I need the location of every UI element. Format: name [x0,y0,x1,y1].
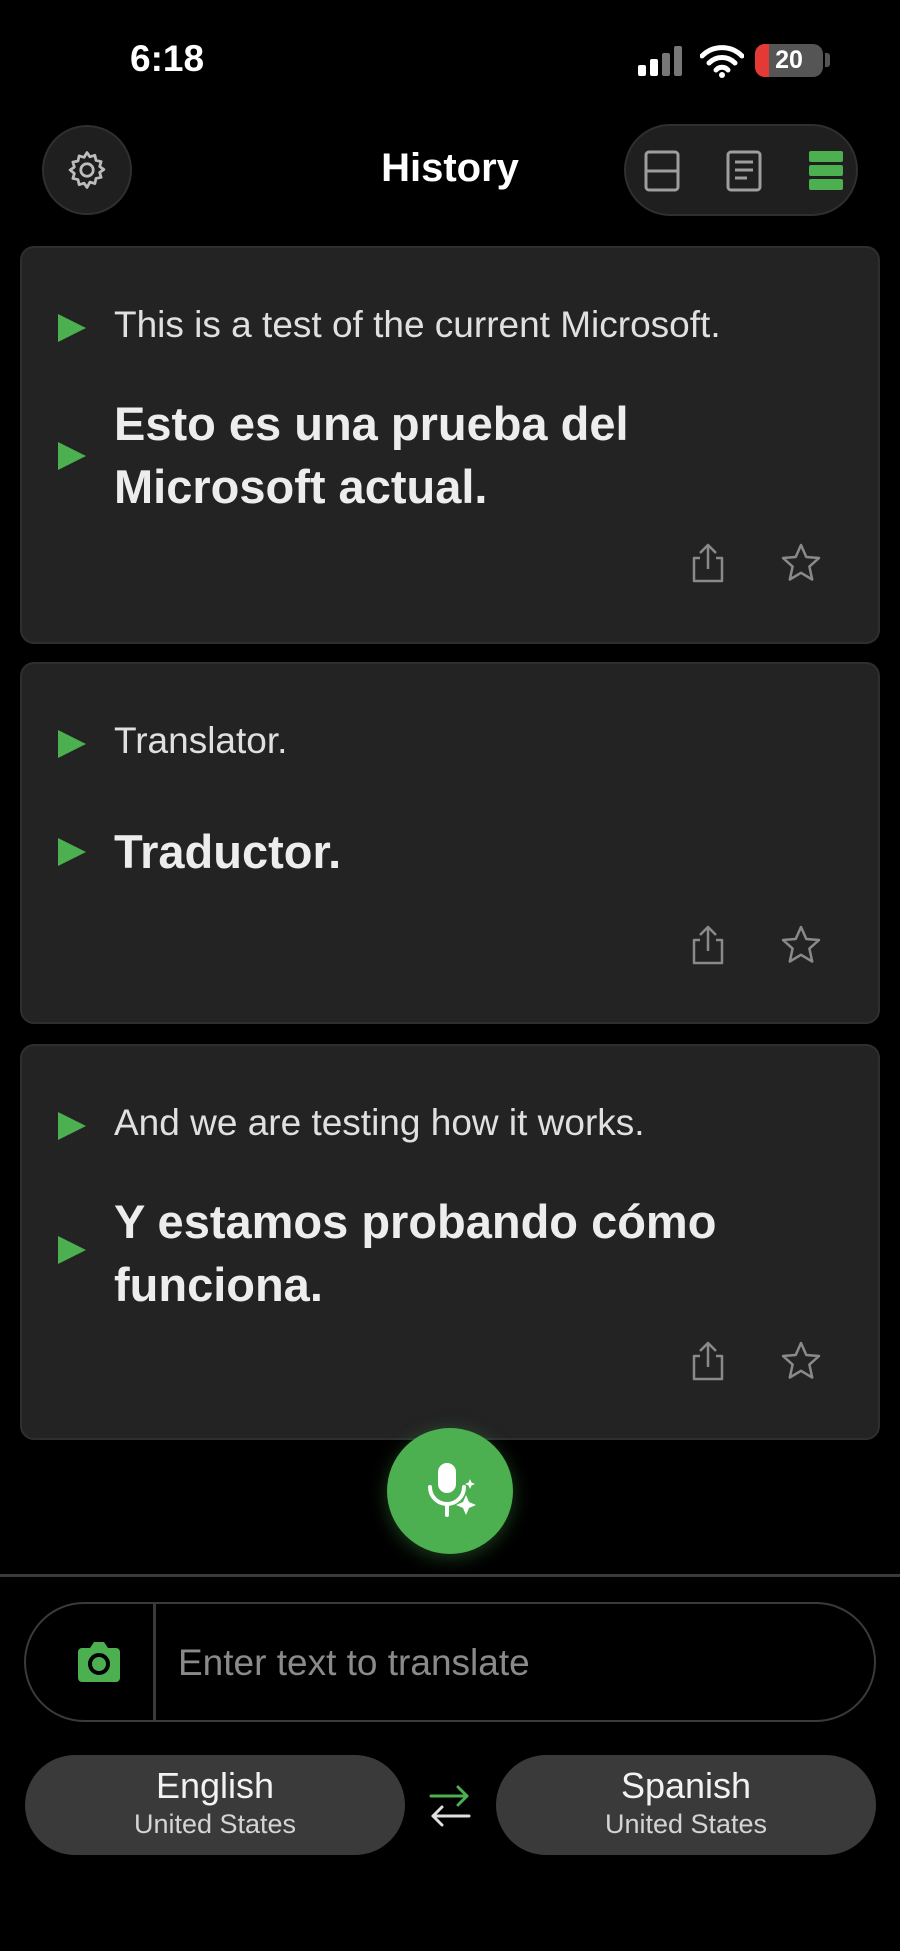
swap-languages-icon[interactable] [425,1782,475,1830]
target-language-button[interactable]: Spanish United States [496,1755,876,1855]
star-icon[interactable] [780,542,822,584]
star-icon[interactable] [780,924,822,966]
battery-level: 20 [775,46,803,74]
play-translation-icon[interactable] [56,1234,88,1266]
play-source-icon[interactable] [56,1110,88,1142]
source-text: And we are testing how it works. [114,1102,645,1143]
microphone-button[interactable] [387,1428,513,1554]
source-language-region: United States [133,1809,297,1839]
battery-indicator: 20 [755,44,823,77]
split-view-button[interactable] [640,148,684,194]
list-view-icon [809,151,843,190]
status-time: 6:18 [130,38,205,79]
view-mode-switcher [624,124,858,216]
battery-tip [825,53,830,67]
source-language-button[interactable]: English United States [25,1755,405,1855]
input-separator [153,1604,156,1720]
source-text: Translator. [114,720,288,761]
translation-text: Y estamos probando cómo funciona. [114,1195,717,1311]
document-view-icon [726,150,762,192]
cellular-signal-icon [638,46,682,76]
play-translation-icon[interactable] [56,440,88,472]
play-translation-icon[interactable] [56,836,88,868]
star-icon[interactable] [780,1340,822,1382]
target-language-region: United States [604,1809,768,1839]
play-source-icon[interactable] [56,312,88,344]
list-view-button[interactable] [804,148,848,194]
divider [0,1574,900,1577]
history-card: This is a test of the current Microsoft.… [20,246,880,644]
document-view-button[interactable] [722,148,766,194]
camera-icon[interactable] [74,1638,124,1686]
share-icon[interactable] [688,542,728,584]
translate-text-input[interactable] [176,1630,840,1696]
history-card: And we are testing how it works. Y estam… [20,1044,880,1440]
source-language-name: English [155,1765,275,1806]
share-icon[interactable] [688,1340,728,1382]
share-icon[interactable] [688,924,728,966]
source-text: This is a test of the current Microsoft. [114,304,721,345]
split-view-icon [644,150,680,192]
history-card: Translator. Traductor. [20,662,880,1024]
wifi-icon [700,45,744,78]
translation-text: Esto es una prueba del Microsoft actual. [114,397,629,513]
ai-microphone-icon [428,1463,476,1517]
play-source-icon[interactable] [56,728,88,760]
target-language-name: Spanish [620,1765,752,1806]
translate-input-bar [24,1602,876,1722]
translation-text: Traductor. [114,825,342,878]
